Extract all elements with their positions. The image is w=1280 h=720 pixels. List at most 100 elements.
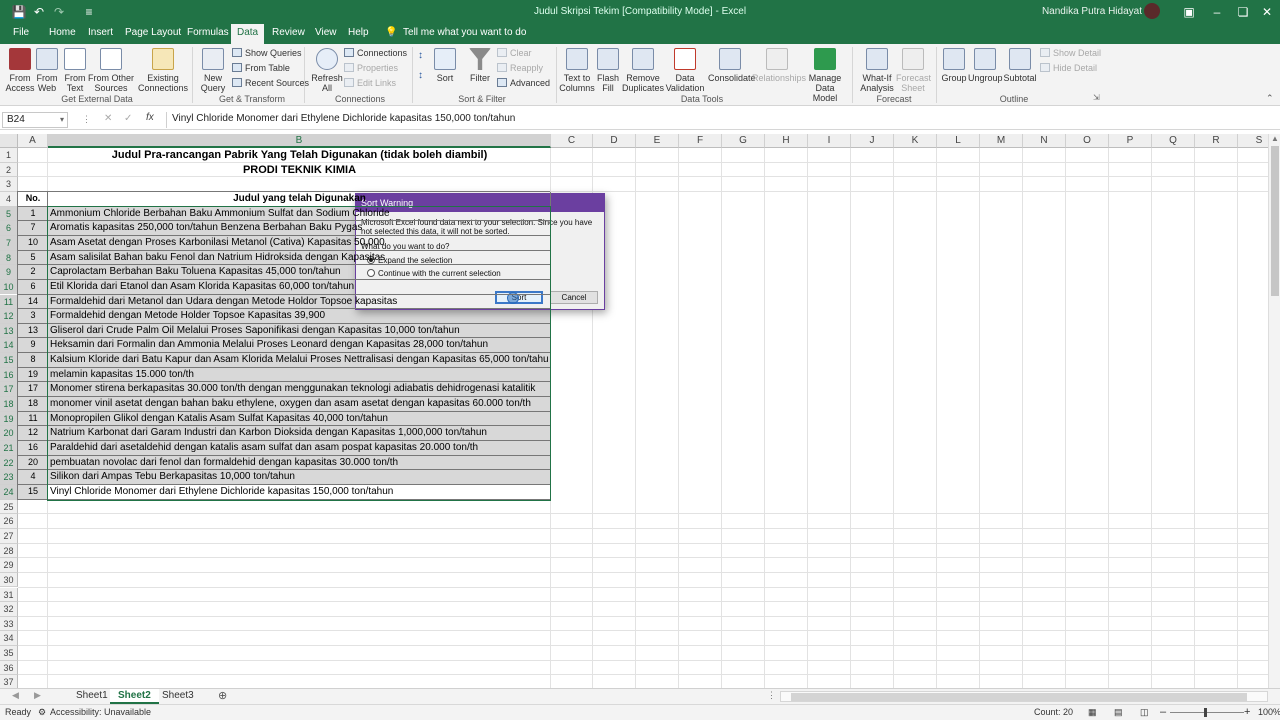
add-sheet-icon[interactable]: ⊕ bbox=[218, 689, 227, 702]
cell-judul[interactable]: Monopropilen Glikol dengan Katalis Asam … bbox=[50, 413, 549, 424]
cell-no[interactable]: 14 bbox=[18, 296, 48, 306]
row-header[interactable]: 32 bbox=[0, 602, 18, 617]
next-sheet-icon[interactable]: ▶ bbox=[34, 690, 41, 701]
data-validation-button[interactable]: Data Validation bbox=[664, 48, 706, 93]
insert-function-icon[interactable]: fx bbox=[146, 112, 154, 123]
cell-no[interactable]: 4 bbox=[18, 471, 48, 481]
row-header[interactable]: 19 bbox=[0, 411, 18, 427]
row-header[interactable]: 8 bbox=[0, 250, 18, 266]
accessibility-status[interactable]: Accessibility: Unavailable bbox=[50, 705, 151, 720]
worksheet-grid[interactable]: ABCDEFGHIJKLMNOPQRS 1 2 3 4 5 6 7 8 9 10 11 12 13 14 1… bbox=[0, 134, 1268, 688]
edit-links-button[interactable]: Edit Links bbox=[344, 77, 396, 89]
tab-home[interactable]: Home bbox=[43, 24, 82, 44]
row-header[interactable]: 34 bbox=[0, 631, 18, 647]
outline-settings-icon[interactable]: ⇲ bbox=[1093, 92, 1100, 104]
existing-connections-button[interactable]: Existing Connections bbox=[138, 48, 188, 93]
formula-bar-more-icon[interactable]: ⋮ bbox=[82, 114, 91, 125]
cell-judul[interactable]: Monomer stirena berkapasitas 30.000 ton/… bbox=[50, 383, 549, 394]
filter-button[interactable]: Filter bbox=[466, 48, 494, 83]
cell-judul[interactable]: Formaldehid dengan Metode Holder Topsoe … bbox=[50, 310, 549, 321]
sort-az-icon[interactable]: ↕ bbox=[418, 50, 423, 62]
column-header-e[interactable]: E bbox=[636, 134, 679, 148]
cell-no[interactable]: 18 bbox=[18, 398, 48, 408]
cell-judul[interactable]: Heksamin dari Formalin dan Ammonia Melal… bbox=[50, 339, 549, 350]
row-header[interactable]: 20 bbox=[0, 426, 18, 441]
row-header[interactable]: 26 bbox=[0, 514, 18, 529]
confirm-entry-icon[interactable]: ✓ bbox=[124, 113, 132, 124]
row-header[interactable]: 22 bbox=[0, 455, 18, 471]
tab-insert[interactable]: Insert bbox=[82, 24, 119, 44]
cell-no[interactable]: 17 bbox=[18, 383, 48, 393]
avatar[interactable] bbox=[1144, 3, 1160, 19]
column-header-c[interactable]: C bbox=[551, 134, 593, 148]
column-header-k[interactable]: K bbox=[894, 134, 937, 148]
prev-sheet-icon[interactable]: ◀ bbox=[12, 690, 19, 701]
header-no[interactable]: No. bbox=[19, 193, 47, 203]
cell-judul[interactable]: Natrium Karbonat dari Garam Industri dan… bbox=[50, 427, 549, 438]
cell-no[interactable]: 1 bbox=[18, 208, 48, 218]
sheet-tab-sheet1[interactable]: Sheet1 bbox=[68, 689, 116, 704]
row-header[interactable]: 31 bbox=[0, 587, 18, 603]
cell-no[interactable]: 9 bbox=[18, 339, 48, 349]
select-all-corner[interactable] bbox=[0, 134, 18, 148]
user-name[interactable]: Nandika Putra Hidayat bbox=[1042, 6, 1142, 17]
row-header[interactable]: 28 bbox=[0, 543, 18, 559]
new-query-button[interactable]: New Query bbox=[196, 48, 230, 93]
cell-judul[interactable]: Asam salisilat Bahan baku Fenol dan Natr… bbox=[50, 252, 549, 263]
cell-judul[interactable]: Aromatis kapasitas 250,000 ton/tahun Ben… bbox=[50, 222, 549, 233]
sheet-subtitle[interactable]: PRODI TEKNIK KIMIA bbox=[48, 164, 551, 176]
cancel-entry-icon[interactable]: ✕ bbox=[104, 113, 112, 124]
hide-detail-button[interactable]: Hide Detail bbox=[1040, 62, 1097, 74]
cell-no[interactable]: 16 bbox=[18, 442, 48, 452]
cell-judul[interactable]: monomer vinil asetat dengan bahan baku e… bbox=[50, 398, 549, 409]
row-header[interactable]: 17 bbox=[0, 382, 18, 398]
column-header-h[interactable]: H bbox=[765, 134, 808, 148]
what-if-analysis-button[interactable]: What-If Analysis bbox=[856, 48, 898, 93]
collapse-ribbon-icon[interactable]: ⌃ bbox=[1266, 92, 1274, 104]
row-header[interactable]: 29 bbox=[0, 558, 18, 573]
cell-no[interactable]: 20 bbox=[18, 457, 48, 467]
from-access-button[interactable]: From Access bbox=[4, 48, 36, 93]
normal-view-icon[interactable]: ▦ bbox=[1088, 705, 1097, 720]
vertical-scroll-thumb[interactable] bbox=[1271, 146, 1279, 296]
text-to-columns-button[interactable]: Text to Columns bbox=[558, 48, 596, 93]
show-queries-button[interactable]: Show Queries bbox=[232, 47, 302, 59]
column-header-a[interactable]: A bbox=[18, 134, 48, 148]
cell-judul[interactable]: Silikon dari Ampas Tebu Berkapasitas 10,… bbox=[50, 471, 549, 482]
cell-judul[interactable]: Etil Klorida dari Etanol dan Asam Klorid… bbox=[50, 281, 549, 292]
cell-no[interactable]: 13 bbox=[18, 325, 48, 335]
status-count[interactable]: Count: 20 bbox=[1034, 705, 1073, 720]
tab-formulas[interactable]: Formulas bbox=[181, 24, 235, 44]
subtotal-button[interactable]: Subtotal bbox=[1002, 48, 1038, 83]
cell-judul[interactable]: Caprolactam Berbahan Baku Toluena Kapasi… bbox=[50, 266, 549, 277]
reapply-button[interactable]: Reapply bbox=[497, 62, 543, 74]
zoom-slider-thumb[interactable] bbox=[1204, 708, 1207, 717]
cell-no[interactable]: 19 bbox=[18, 369, 48, 379]
manage-data-model-button[interactable]: Manage Data Model bbox=[804, 48, 846, 103]
cell-judul[interactable]: Paraldehid dari asetaldehid dengan katal… bbox=[50, 442, 549, 453]
forecast-sheet-button[interactable]: Forecast Sheet bbox=[896, 48, 931, 93]
close-icon[interactable]: ✕ bbox=[1258, 4, 1276, 20]
column-header-g[interactable]: G bbox=[722, 134, 765, 148]
sheet-tab-sheet3[interactable]: Sheet3 bbox=[154, 689, 202, 704]
advanced-button[interactable]: Advanced bbox=[497, 77, 550, 89]
tell-me-search[interactable]: 💡 Tell me what you want to do bbox=[385, 24, 526, 42]
tab-data[interactable]: Data bbox=[231, 24, 265, 44]
row-header[interactable]: 27 bbox=[0, 528, 18, 544]
column-header-b[interactable]: B bbox=[48, 134, 551, 148]
scroll-up-icon[interactable]: ▲ bbox=[1271, 134, 1279, 143]
row-header[interactable]: 24 bbox=[0, 484, 18, 500]
split-handle-icon[interactable]: ⋮ bbox=[767, 690, 776, 701]
column-header-l[interactable]: L bbox=[937, 134, 980, 148]
row-header[interactable]: 2 bbox=[0, 162, 18, 178]
cell-judul[interactable]: melamin kapasitas 15.000 ton/th bbox=[50, 369, 549, 380]
cell-judul[interactable]: Asam Asetat dengan Proses Karbonilasi Me… bbox=[50, 237, 549, 248]
cell-no[interactable]: 15 bbox=[18, 486, 48, 496]
sort-button[interactable]: Sort bbox=[432, 48, 458, 83]
row-header[interactable]: 7 bbox=[0, 235, 18, 251]
column-header-m[interactable]: M bbox=[980, 134, 1023, 148]
from-other-sources-button[interactable]: From Other Sources bbox=[88, 48, 134, 93]
tab-view[interactable]: View bbox=[309, 24, 343, 44]
show-detail-button[interactable]: Show Detail bbox=[1040, 47, 1101, 59]
ribbon-display-icon[interactable]: ▣ bbox=[1180, 4, 1198, 20]
